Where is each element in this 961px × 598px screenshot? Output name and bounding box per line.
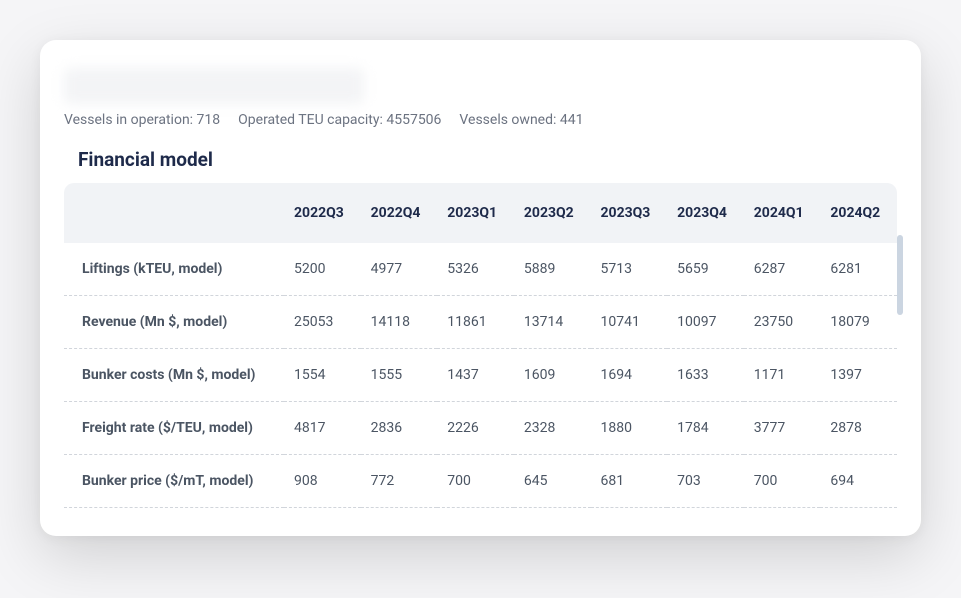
cell: 1555 bbox=[361, 349, 438, 402]
col-header: 2023Q3 bbox=[591, 183, 668, 243]
value: 718 bbox=[197, 112, 221, 128]
table-row: Liftings (kTEU, model) 5200 4977 5326 58… bbox=[64, 243, 897, 296]
table-row: Revenue (Mn $, model) 25053 14118 11861 … bbox=[64, 296, 897, 349]
cell: 1554 bbox=[284, 349, 361, 402]
cell: 6281 bbox=[820, 243, 897, 296]
financial-table: 2022Q3 2022Q4 2023Q1 2023Q2 2023Q3 2023Q… bbox=[64, 183, 897, 508]
cell: 23750 bbox=[744, 296, 821, 349]
row-label: Bunker price ($/mT, model) bbox=[64, 455, 284, 508]
row-label: Bunker costs (Mn $, model) bbox=[64, 349, 284, 402]
financial-card: Vessels in operation: 718 Operated TEU c… bbox=[40, 40, 921, 536]
cell: 703 bbox=[667, 455, 744, 508]
cell: 1633 bbox=[667, 349, 744, 402]
cell: 10097 bbox=[667, 296, 744, 349]
cell: 1609 bbox=[514, 349, 591, 402]
cell: 18079 bbox=[820, 296, 897, 349]
cell: 700 bbox=[437, 455, 514, 508]
row-label: Liftings (kTEU, model) bbox=[64, 243, 284, 296]
col-header: 2022Q3 bbox=[284, 183, 361, 243]
col-header: 2024Q1 bbox=[744, 183, 821, 243]
col-header: 2024Q2 bbox=[820, 183, 897, 243]
cell: 1171 bbox=[744, 349, 821, 402]
row-label-header bbox=[64, 183, 284, 243]
cell: 1397 bbox=[820, 349, 897, 402]
cell: 11861 bbox=[437, 296, 514, 349]
label: Vessels in operation: bbox=[64, 112, 197, 128]
logo-placeholder bbox=[64, 68, 364, 104]
col-header: 2023Q1 bbox=[437, 183, 514, 243]
cell: 2836 bbox=[361, 402, 438, 455]
row-label: Freight rate ($/TEU, model) bbox=[64, 402, 284, 455]
table-row: Bunker price ($/mT, model) 908 772 700 6… bbox=[64, 455, 897, 508]
label: Vessels owned: bbox=[459, 112, 559, 128]
vessels-owned: Vessels owned: 441 bbox=[459, 112, 583, 128]
cell: 4977 bbox=[361, 243, 438, 296]
cell: 5200 bbox=[284, 243, 361, 296]
cell: 5326 bbox=[437, 243, 514, 296]
label: Operated TEU capacity: bbox=[238, 112, 386, 128]
cell: 13714 bbox=[514, 296, 591, 349]
table-scroll[interactable]: 2022Q3 2022Q4 2023Q1 2023Q2 2023Q3 2023Q… bbox=[64, 183, 897, 508]
cell: 5713 bbox=[591, 243, 668, 296]
cell: 2328 bbox=[514, 402, 591, 455]
col-header: 2023Q4 bbox=[667, 183, 744, 243]
cell: 1694 bbox=[591, 349, 668, 402]
cell: 1437 bbox=[437, 349, 514, 402]
value: 4557506 bbox=[386, 112, 441, 128]
cell: 5889 bbox=[514, 243, 591, 296]
scrollbar-thumb[interactable] bbox=[897, 235, 903, 315]
cell: 700 bbox=[744, 455, 821, 508]
cell: 25053 bbox=[284, 296, 361, 349]
cell: 1880 bbox=[591, 402, 668, 455]
section-title: Financial model bbox=[78, 148, 897, 171]
table-row: Freight rate ($/TEU, model) 4817 2836 22… bbox=[64, 402, 897, 455]
cell: 5659 bbox=[667, 243, 744, 296]
cell: 2878 bbox=[820, 402, 897, 455]
cell: 4817 bbox=[284, 402, 361, 455]
operated-teu-capacity: Operated TEU capacity: 4557506 bbox=[238, 112, 441, 128]
cell: 908 bbox=[284, 455, 361, 508]
cell: 2226 bbox=[437, 402, 514, 455]
cell: 10741 bbox=[591, 296, 668, 349]
vessels-in-operation: Vessels in operation: 718 bbox=[64, 112, 220, 128]
table-row: Bunker costs (Mn $, model) 1554 1555 143… bbox=[64, 349, 897, 402]
col-header: 2022Q4 bbox=[361, 183, 438, 243]
cell: 1784 bbox=[667, 402, 744, 455]
cell: 645 bbox=[514, 455, 591, 508]
cell: 694 bbox=[820, 455, 897, 508]
col-header: 2023Q2 bbox=[514, 183, 591, 243]
meta-row: Vessels in operation: 718 Operated TEU c… bbox=[64, 112, 897, 128]
value: 441 bbox=[560, 112, 584, 128]
cell: 3777 bbox=[744, 402, 821, 455]
cell: 681 bbox=[591, 455, 668, 508]
cell: 772 bbox=[361, 455, 438, 508]
cell: 14118 bbox=[361, 296, 438, 349]
cell: 6287 bbox=[744, 243, 821, 296]
row-label: Revenue (Mn $, model) bbox=[64, 296, 284, 349]
table-header-row: 2022Q3 2022Q4 2023Q1 2023Q2 2023Q3 2023Q… bbox=[64, 183, 897, 243]
table-wrapper: 2022Q3 2022Q4 2023Q1 2023Q2 2023Q3 2023Q… bbox=[64, 183, 897, 508]
